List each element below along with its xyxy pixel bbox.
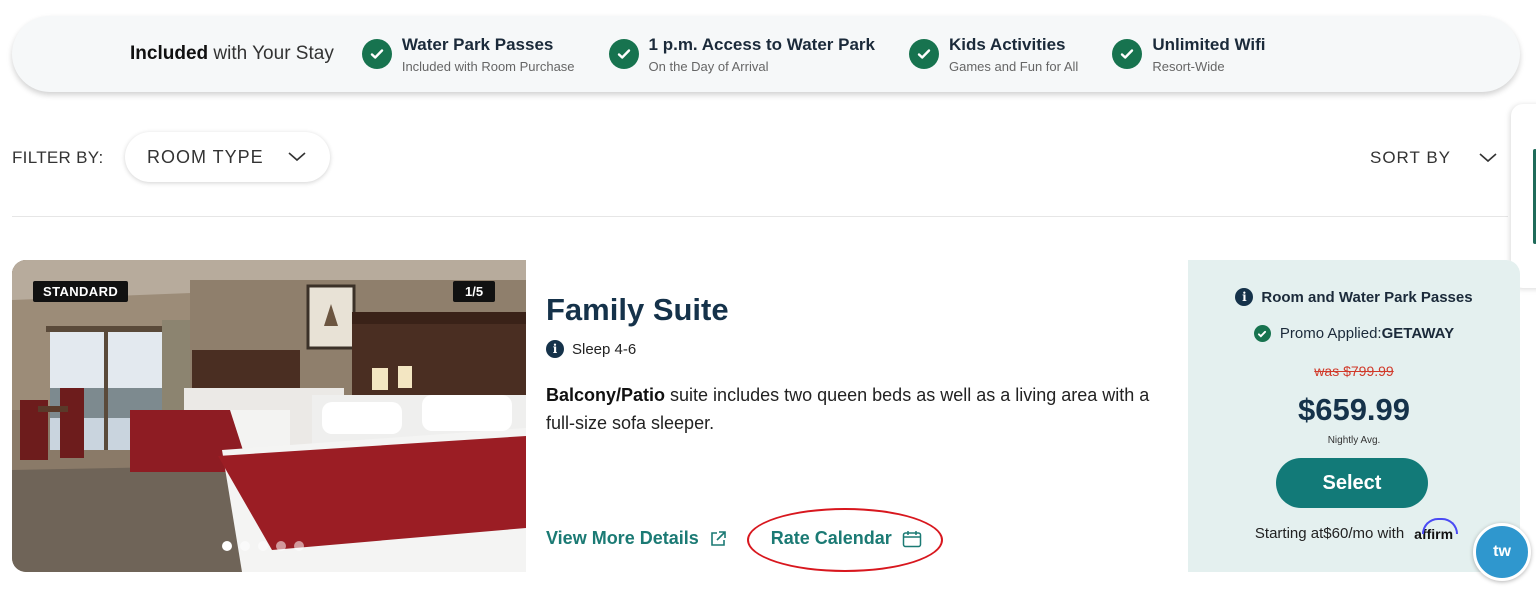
chevron-down-icon [1479,153,1497,163]
promo-code: GETAWAY [1381,325,1455,342]
sort-by-dropdown[interactable]: SORT BY [1370,148,1497,168]
sleeps-info: i Sleep 4-6 [546,340,636,358]
room-details: Family Suite i Sleep 4-6 Balcony/Patio s… [546,260,1186,572]
room-category-badge: STANDARD [33,281,129,302]
carousel-dot[interactable] [294,541,304,551]
divider [12,216,1508,217]
perk-subtitle: Resort-Wide [1152,58,1225,74]
sort-by-label: SORT BY [1370,148,1452,167]
view-more-details-link[interactable]: View More Details [546,528,727,549]
check-circle-icon [1253,325,1271,342]
perk-kids-activities: Kids Activities Games and Fun for All [908,34,1079,74]
perk-subtitle: On the Day of Arrival [648,58,769,74]
info-icon[interactable]: i [1235,288,1254,306]
chat-icon: tw [1493,543,1511,560]
perk-title: Water Park Passes [401,34,554,54]
carousel-dot[interactable] [240,541,250,551]
carousel-dot[interactable] [222,541,232,551]
included-perks-banner: Included with Your Stay Water Park Passe… [12,16,1520,92]
sleeps-label: Sleep 4-6 [572,340,637,358]
affirm-financing[interactable]: Starting at$60/mo with affirm [1188,517,1520,542]
package-name: i Room and Water Park Passes [1188,288,1520,306]
room-description: Balcony/Patio suite includes two queen b… [546,385,1150,433]
photo-counter: 1/5 [453,281,496,302]
included-heading: Included with Your Stay [130,43,334,64]
room-links: View More Details Rate Calendar [546,508,943,572]
room-photo-carousel[interactable]: STANDARD 1/5 [12,260,526,572]
affirm-logo: affirm [1414,517,1459,542]
room-card: STANDARD 1/5 Family Suite i Sleep 4-6 Ba… [12,260,1520,572]
check-circle-icon [908,39,939,69]
info-icon[interactable]: i [546,340,564,358]
room-type-label: ROOM TYPE [147,146,264,167]
filter-by-label: FILTER BY: [12,148,104,167]
carousel-dots [222,541,304,551]
perk-subtitle: Included with Room Purchase [401,58,575,74]
calendar-icon [902,530,922,547]
select-room-button[interactable]: Select [1276,458,1428,508]
external-link-icon [710,530,726,546]
current-price: $659.99 [1297,392,1411,427]
check-circle-icon [1112,39,1143,69]
perk-title: 1 p.m. Access to Water Park [648,34,875,54]
original-price: was $799.99 [1314,363,1394,379]
perk-subtitle: Games and Fun for All [948,58,1079,74]
hotel-room-photo [12,260,526,572]
perk-unlimited-wifi: Unlimited Wifi Resort-Wide [1112,34,1266,74]
perk-water-park-passes: Water Park Passes Included with Room Purc… [361,34,575,74]
perk-title: Kids Activities [948,34,1066,54]
carousel-dot[interactable] [258,541,268,551]
check-circle-icon [361,39,392,69]
perk-title: Unlimited Wifi [1152,34,1266,54]
chat-widget-button[interactable]: tw [1473,523,1531,581]
rate-calendar-link[interactable]: Rate Calendar [746,508,943,572]
room-name: Family Suite [546,292,729,327]
room-type-filter-dropdown[interactable]: ROOM TYPE [125,132,330,182]
check-circle-icon [608,39,639,69]
promo-applied: Promo Applied: GETAWAY [1188,325,1520,342]
perk-early-access: 1 p.m. Access to Water Park On the Day of… [608,34,875,74]
carousel-dot[interactable] [276,541,286,551]
price-note: Nightly Avg. [1327,435,1381,446]
pricing-panel: i Room and Water Park Passes Promo Appli… [1188,260,1520,572]
chevron-down-icon [288,152,306,162]
